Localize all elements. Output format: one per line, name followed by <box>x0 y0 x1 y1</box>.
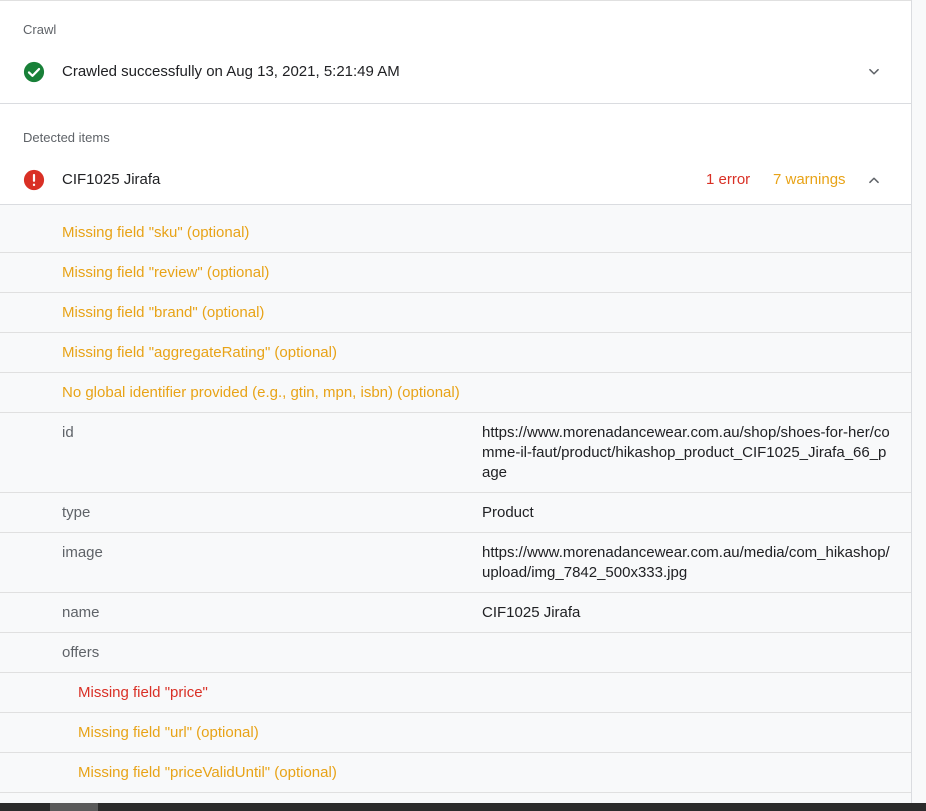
property-key: id <box>62 424 74 441</box>
warning-count[interactable]: 7 warnings <box>773 171 846 188</box>
property-value: Product <box>482 504 534 521</box>
report-panel: Crawl Crawled successfully on Aug 13, 20… <box>0 0 912 804</box>
issue-row: Missing field "review" (optional) <box>0 253 911 293</box>
scrollbar-track[interactable] <box>912 0 926 803</box>
property-key: offers <box>62 644 100 661</box>
offer-issue-row: Missing field "price" <box>0 673 911 713</box>
property-row-name: name CIF1025 Jirafa <box>0 593 911 633</box>
item-details: Missing field "sku" (optional) Missing f… <box>0 204 911 804</box>
offer-issue-row: Missing field "priceValidUntil" (optiona… <box>0 753 911 793</box>
issue-text: Missing field "sku" (optional) <box>62 224 250 241</box>
issue-row: Missing field "sku" (optional) <box>0 205 911 253</box>
check-circle-icon <box>23 61 45 83</box>
error-count[interactable]: 1 error <box>706 171 750 188</box>
offer-issue-row: Missing field "url" (optional) <box>0 713 911 753</box>
error-circle-icon <box>23 169 45 191</box>
property-value: https://www.morenadancewear.com.au/shop/… <box>482 424 890 481</box>
property-row-offers: offers <box>0 633 911 673</box>
property-value: CIF1025 Jirafa <box>482 604 581 621</box>
offer-issue-text: Missing field "price" <box>78 684 208 701</box>
issue-text: Missing field "brand" (optional) <box>62 304 265 321</box>
issue-row: Missing field "brand" (optional) <box>0 293 911 333</box>
detected-items-label: Detected items <box>23 130 110 145</box>
property-key: image <box>62 544 103 561</box>
property-row-type: type Product <box>0 493 911 533</box>
property-row-id: id https://www.morenadancewear.com.au/sh… <box>0 413 911 493</box>
chevron-down-icon[interactable] <box>867 65 881 79</box>
section-divider <box>0 103 911 104</box>
top-border <box>0 0 911 1</box>
bottom-bar <box>0 803 926 811</box>
detected-item-row[interactable]: CIF1025 Jirafa 1 error 7 warnings <box>0 160 911 200</box>
property-key: name <box>62 604 100 621</box>
bottom-bar-tab[interactable] <box>50 803 98 811</box>
issue-text: No global identifier provided (e.g., gti… <box>62 384 460 401</box>
issue-row: No global identifier provided (e.g., gti… <box>0 373 911 413</box>
crawl-section-label: Crawl <box>23 22 57 37</box>
detected-item-name: CIF1025 Jirafa <box>62 171 161 188</box>
chevron-up-icon[interactable] <box>867 173 881 187</box>
property-value: https://www.morenadancewear.com.au/media… <box>482 544 890 581</box>
issue-text: Missing field "aggregateRating" (optiona… <box>62 344 337 361</box>
offer-issue-text: Missing field "priceValidUntil" (optiona… <box>78 764 337 781</box>
property-key: type <box>62 504 91 521</box>
crawl-status-text: Crawled successfully on Aug 13, 2021, 5:… <box>62 63 400 80</box>
issue-row: Missing field "aggregateRating" (optiona… <box>0 333 911 373</box>
crawl-status-row[interactable]: Crawled successfully on Aug 13, 2021, 5:… <box>0 52 911 92</box>
offer-issue-text: Missing field "url" (optional) <box>78 724 259 741</box>
property-row-image: image https://www.morenadancewear.com.au… <box>0 533 911 593</box>
issue-text: Missing field "review" (optional) <box>62 264 270 281</box>
